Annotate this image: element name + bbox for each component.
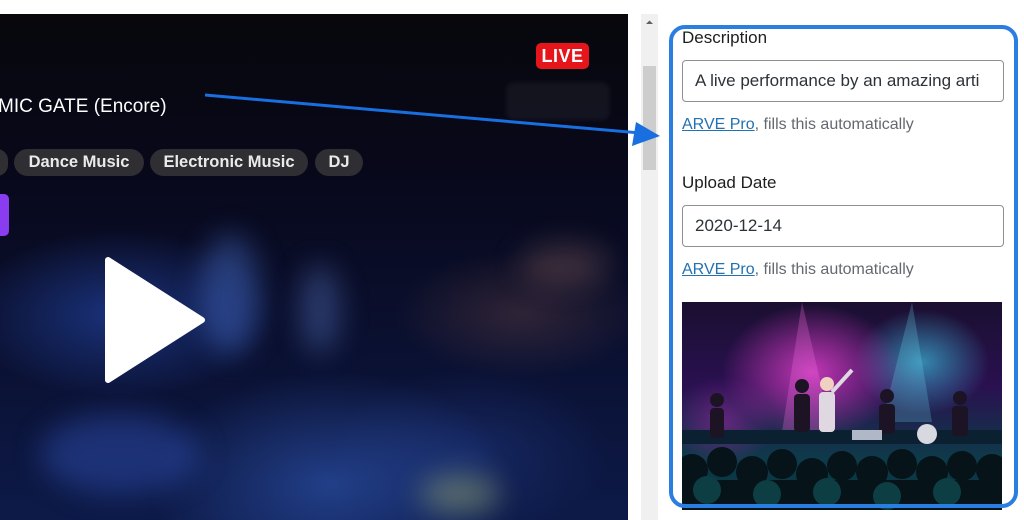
description-help: ARVE Pro, fills this automatically <box>682 116 914 134</box>
purple-button-edge[interactable] <box>0 194 9 236</box>
tag-chip-electronic-music[interactable]: Electronic Music <box>150 149 308 176</box>
help-text: , fills this automatically <box>754 261 914 278</box>
stage-light <box>300 264 340 354</box>
upload-date-help: ARVE Pro, fills this automatically <box>682 261 914 279</box>
play-icon[interactable] <box>104 256 206 384</box>
upload-date-input[interactable] <box>682 205 1004 247</box>
stage-light <box>520 244 610 284</box>
video-title: MIC GATE (Encore) <box>0 96 167 117</box>
video-player[interactable]: LIVE MIC GATE (Encore) Dance Music Elect… <box>0 14 628 520</box>
stage-light <box>420 474 500 514</box>
scrollbar[interactable] <box>641 14 658 520</box>
description-label: Description <box>682 28 768 47</box>
tag-chip-dj[interactable]: DJ <box>315 149 363 176</box>
stage-light <box>40 414 200 494</box>
upload-date-label: Upload Date <box>682 173 777 192</box>
stage-light <box>200 234 260 354</box>
tag-chip-partial[interactable] <box>0 149 8 176</box>
scrollbar-thumb[interactable] <box>643 66 656 170</box>
tag-chip-dance-music[interactable]: Dance Music <box>14 149 144 176</box>
thumbnail-image <box>682 302 1002 510</box>
blurred-button <box>506 82 610 120</box>
arve-pro-link[interactable]: ARVE Pro <box>682 116 755 133</box>
arve-pro-link[interactable]: ARVE Pro <box>682 261 755 278</box>
description-input[interactable] <box>682 60 1004 102</box>
scroll-up-arrow-icon[interactable] <box>641 14 658 31</box>
live-badge: LIVE <box>536 43 589 69</box>
help-text: , fills this automatically <box>754 116 914 133</box>
